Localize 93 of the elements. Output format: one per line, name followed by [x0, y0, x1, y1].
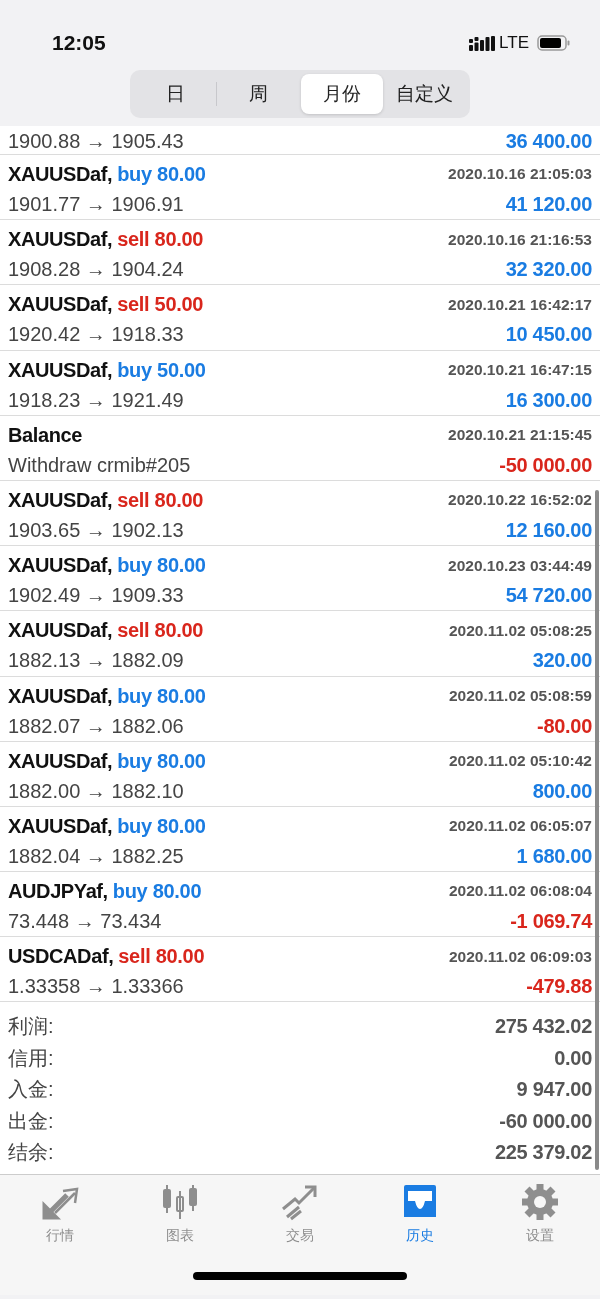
price-range: 1901.77 → 1906.91	[8, 192, 184, 217]
deal-time: 2020.10.21 16:42:17	[448, 294, 592, 315]
symbol: XAUUSDaf,	[8, 162, 113, 187]
trade-side: buy 80.00	[117, 813, 206, 839]
deal-time: 2020.10.21 16:47:15	[448, 359, 592, 380]
profit: -50 000.00	[499, 452, 592, 478]
summary-value: -60 000.00	[499, 1108, 592, 1134]
period-tab[interactable]: 日	[134, 74, 217, 114]
signal-icon	[469, 35, 496, 51]
deal-time: 2020.11.02 05:08:25	[448, 620, 592, 641]
deal-time: 2020.10.22 16:52:02	[448, 490, 592, 511]
symbol: XAUUSDaf,	[8, 618, 113, 644]
candlestick-icon	[161, 1183, 199, 1222]
tab-bar-item[interactable]: 交易	[240, 1175, 360, 1247]
trend-arrow-icon	[281, 1183, 319, 1222]
gear-icon	[521, 1183, 559, 1222]
trade-side: sell 80.00	[117, 618, 204, 644]
trade-side: sell 80.00	[117, 487, 204, 513]
profit: -479.88	[526, 974, 592, 1000]
profit: -1 069.74	[510, 909, 592, 935]
price-range: 1902.49 → 1909.33	[8, 583, 184, 609]
price-range: 1882.04 → 1882.25	[8, 843, 184, 869]
summary-label: 出金:	[8, 1108, 54, 1134]
summary-value: 9 947.00	[516, 1077, 592, 1103]
profit: 1 680.00	[516, 843, 592, 869]
price-range: 1900.88 → 1905.43	[8, 129, 184, 154]
profit: 32 320.00	[505, 257, 592, 283]
profit: 54 720.00	[505, 583, 592, 609]
period-tab[interactable]: 自定义	[383, 74, 466, 114]
trade-side: buy 80.00	[112, 879, 202, 905]
summary-label: 结余:	[8, 1140, 54, 1166]
symbol: XAUUSDaf,	[8, 292, 113, 318]
trade-side: sell 80.00	[117, 227, 204, 253]
trade-side: buy 80.00	[117, 683, 206, 709]
symbol: XAUUSDaf,	[8, 357, 113, 383]
summary-value: 275 432.02	[494, 1014, 592, 1040]
deal-time: 2020.11.02 06:05:07	[448, 816, 592, 837]
symbol: XAUUSDaf,	[8, 748, 113, 774]
tab-bar-item[interactable]: 行情	[0, 1175, 120, 1247]
symbol: AUDJPYaf,	[8, 879, 108, 905]
symbol: XAUUSDaf,	[8, 813, 113, 839]
period-tab[interactable]: 月份	[300, 74, 383, 114]
period-tab[interactable]: 周	[217, 74, 300, 114]
trade-side: buy 50.00	[117, 357, 206, 383]
deal-time: 2020.10.23 03:44:49	[448, 555, 592, 576]
summary-label: 入金:	[8, 1077, 54, 1103]
scrollbar[interactable]	[595, 490, 599, 1170]
trade-side: sell 50.00	[117, 292, 204, 318]
profit: 320.00	[532, 648, 592, 674]
profit: 10 450.00	[505, 322, 592, 348]
tab-bar-item[interactable]: 历史	[360, 1175, 480, 1247]
profit: 41 120.00	[505, 192, 592, 217]
price-range: 1920.42 → 1918.33	[8, 322, 184, 348]
trade-side: buy 80.00	[117, 553, 206, 579]
price-range: 73.448 → 73.434	[8, 909, 162, 935]
symbol: XAUUSDaf,	[8, 487, 113, 513]
deal-time: 2020.11.02 05:08:59	[448, 685, 592, 706]
symbol: XAUUSDaf,	[8, 227, 113, 253]
clock: 12:05	[52, 30, 106, 57]
price-range: 1882.13 → 1882.09	[8, 648, 184, 674]
tab-bar-item[interactable]: 图表	[120, 1175, 240, 1247]
summary-value: 0.00	[554, 1045, 592, 1071]
network-label: LTE	[499, 32, 529, 55]
comment: Withdraw crmib#205	[8, 452, 191, 478]
trade-side: buy 80.00	[117, 162, 206, 187]
entry-type: Balance	[8, 422, 82, 448]
price-range: 1882.00 → 1882.10	[8, 778, 184, 804]
symbol: XAUUSDaf,	[8, 683, 113, 709]
price-range: 1903.65 → 1902.13	[8, 517, 184, 543]
summary-value: 225 379.02	[494, 1140, 592, 1166]
summary-label: 信用:	[8, 1045, 54, 1071]
price-range: 1882.07 → 1882.06	[8, 713, 184, 739]
profit: 12 160.00	[505, 517, 592, 543]
trade-side: buy 80.00	[117, 748, 206, 774]
profit: 16 300.00	[505, 387, 592, 413]
deal-time: 2020.10.16 21:16:53	[448, 229, 592, 250]
trade-side: sell 80.00	[118, 944, 205, 970]
battery-icon	[537, 35, 570, 51]
deal-time: 2020.10.21 21:15:45	[448, 425, 592, 446]
symbol: XAUUSDaf,	[8, 553, 113, 579]
deal-time: 2020.10.16 21:05:03	[448, 164, 592, 185]
symbol: USDCADaf,	[8, 944, 114, 970]
profit: 36 400.00	[505, 129, 592, 154]
deal-time: 2020.11.02 06:08:04	[448, 881, 592, 902]
deal-time: 2020.11.02 05:10:42	[448, 751, 592, 772]
price-range: 1.33358 → 1.33366	[8, 974, 184, 1000]
deal-time: 2020.11.02 06:09:03	[448, 946, 592, 967]
tab-bar-item[interactable]: 设置	[480, 1175, 600, 1247]
profit: 800.00	[532, 778, 592, 804]
price-range: 1908.28 → 1904.24	[8, 257, 184, 283]
price-range: 1918.23 → 1921.49	[8, 387, 184, 413]
profit: -80.00	[537, 713, 592, 739]
summary-label: 利润:	[8, 1014, 54, 1040]
